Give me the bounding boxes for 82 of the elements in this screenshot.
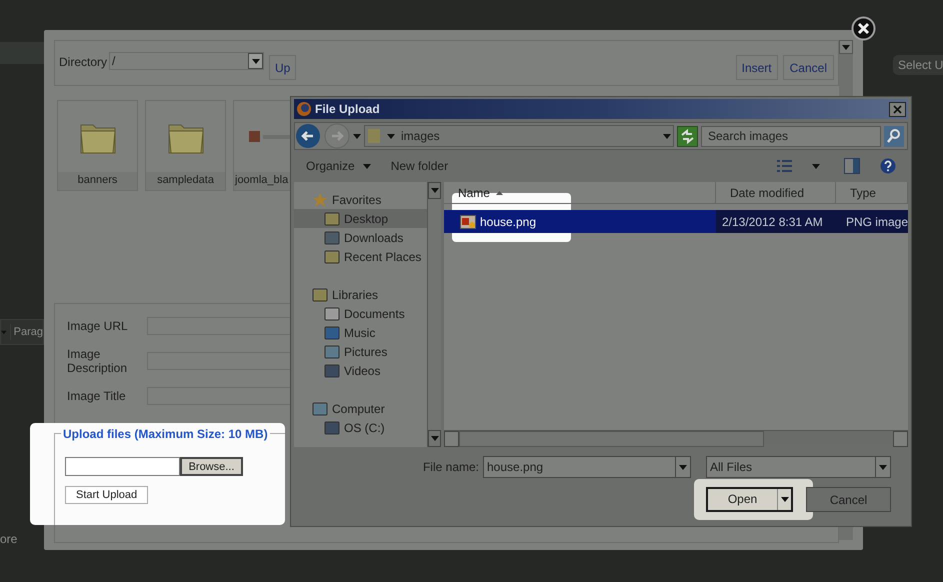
new-folder-button[interactable]: New folder <box>390 157 448 175</box>
nav-item[interactable]: Downloads <box>294 228 427 247</box>
folder-name: sampledata <box>146 172 225 190</box>
back-icon[interactable] <box>295 123 321 149</box>
file-date: 2/13/2012 8:31 AM <box>720 214 824 230</box>
nav-item-icon <box>312 286 328 302</box>
nav-item-icon <box>324 420 340 436</box>
file-type: PNG image <box>844 214 908 230</box>
field-label: Image Title <box>67 389 127 403</box>
cancel-button[interactable]: Cancel <box>806 487 891 512</box>
close-icon[interactable] <box>851 16 876 41</box>
caret-icon <box>362 164 371 168</box>
column-header[interactable]: Type <box>836 182 908 203</box>
app-icon <box>296 101 312 117</box>
file-name-label: File name: <box>422 459 480 476</box>
search-field[interactable]: Search images <box>701 126 881 146</box>
insert-button[interactable]: Insert <box>736 55 778 80</box>
preview-pane-icon[interactable] <box>844 158 860 174</box>
format-dropdown[interactable]: Parag <box>0 319 44 345</box>
nav-group[interactable]: Favorites <box>294 190 427 209</box>
nav-item[interactable]: OS (C:) <box>294 418 427 437</box>
file-type-select[interactable]: All Files <box>706 456 891 478</box>
cancel-button[interactable]: Cancel <box>782 55 834 80</box>
browse-button[interactable]: Browse... <box>180 457 243 476</box>
directory-select[interactable]: / <box>109 52 264 70</box>
nav-item-icon <box>324 344 340 360</box>
nav-item[interactable]: Documents <box>294 304 427 323</box>
caret-icon <box>879 464 887 470</box>
nav-item-icon <box>324 210 340 226</box>
view-caret-icon <box>812 164 820 168</box>
caret-icon <box>1 330 7 334</box>
window-title: File Upload <box>315 101 381 118</box>
column-header[interactable]: Name <box>444 182 716 203</box>
scroll-up-icon <box>430 188 439 193</box>
folder-thumbnail[interactable]: sampledata <box>145 100 226 191</box>
nav-item[interactable]: Pictures <box>294 342 427 361</box>
scroll-up-icon <box>842 44 850 50</box>
search-icon[interactable] <box>884 126 904 146</box>
nav-group[interactable]: Computer <box>294 399 427 418</box>
nav-group[interactable]: Libraries <box>294 285 427 304</box>
caret-icon <box>252 58 260 64</box>
close-button[interactable] <box>889 102 906 116</box>
nav-item[interactable]: Videos <box>294 361 427 380</box>
file-name: house.png <box>480 214 536 230</box>
field-label: Image URL <box>67 319 129 333</box>
start-upload-button[interactable]: Start Upload <box>65 486 148 504</box>
nav-item[interactable]: Recent Places <box>294 247 427 266</box>
nav-item[interactable]: Music <box>294 323 427 342</box>
sort-arrow-icon <box>496 190 503 194</box>
column-header[interactable]: Date modified <box>716 182 836 203</box>
image-file-icon <box>460 214 476 228</box>
view-list-icon[interactable] <box>777 160 792 172</box>
file-name-combobox[interactable]: house.png <box>483 456 691 478</box>
nav-item-icon <box>324 230 340 246</box>
caret-icon <box>780 497 788 502</box>
nav-item[interactable]: Desktop <box>294 209 427 228</box>
nav-item-icon <box>312 400 328 416</box>
nav-item-icon <box>324 248 340 264</box>
nav-item-icon <box>324 306 340 322</box>
open-button[interactable]: Open <box>706 487 793 512</box>
address-bar[interactable]: images <box>364 125 674 147</box>
refresh-icon[interactable] <box>677 126 698 146</box>
nav-item-icon <box>324 324 340 340</box>
field-label: Image Description <box>67 347 128 375</box>
nav-item-icon <box>324 362 340 378</box>
file-input[interactable] <box>65 457 180 476</box>
scroll-down-icon <box>430 436 439 441</box>
caret-icon <box>679 464 687 470</box>
up-button[interactable]: Up <box>269 55 296 80</box>
file-row[interactable]: house.png 2/13/2012 8:31 AM PNG image <box>444 210 908 233</box>
caret-icon <box>387 134 395 138</box>
help-icon[interactable] <box>880 158 896 174</box>
directory-label: Directory <box>59 54 108 71</box>
star-icon <box>312 192 328 208</box>
footer-text: ore <box>0 531 18 548</box>
folder-name: banners <box>58 172 137 190</box>
select-button[interactable]: Select U <box>893 55 943 75</box>
folder-thumbnail[interactable]: banners <box>57 100 138 191</box>
dropdown-caret-icon <box>663 134 671 138</box>
page-panel <box>0 42 44 64</box>
history-caret-icon <box>353 134 361 138</box>
close-icon <box>893 104 902 114</box>
